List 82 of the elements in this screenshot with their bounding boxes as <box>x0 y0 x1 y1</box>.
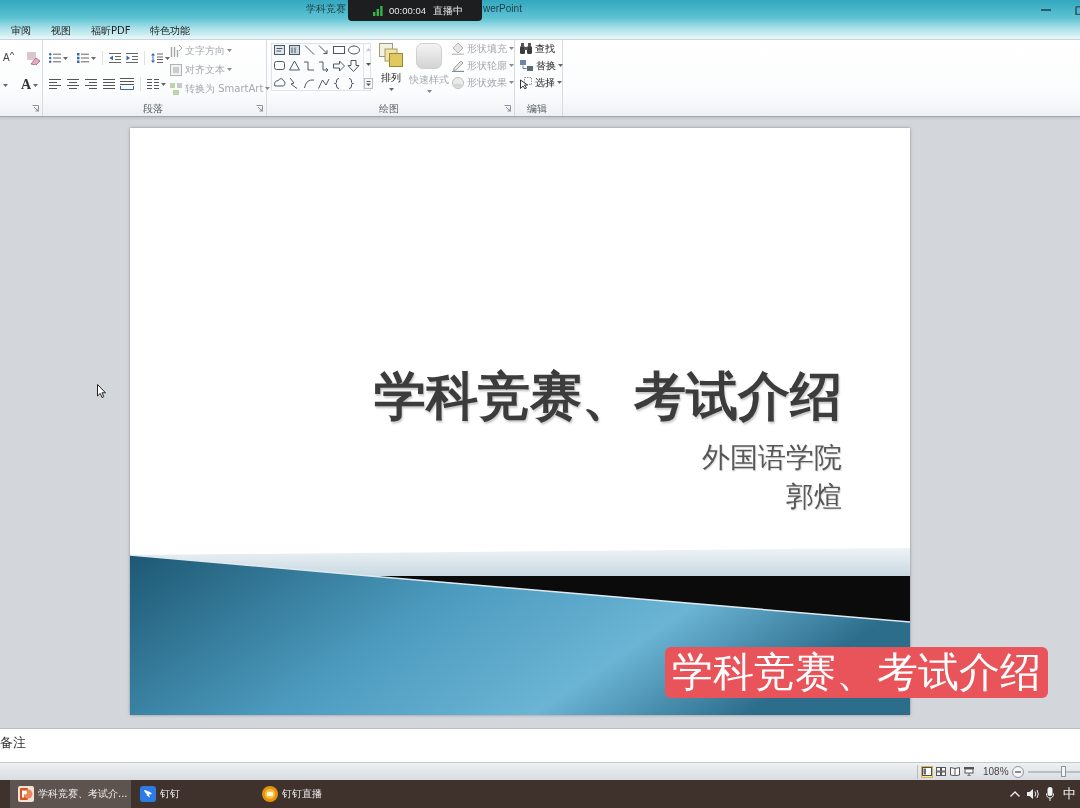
select-pointer-icon <box>520 76 532 89</box>
slideshow-button[interactable] <box>963 765 975 778</box>
signal-bars-icon <box>373 5 383 16</box>
dialog-launcher-icon[interactable] <box>32 105 39 112</box>
slide-sorter-button[interactable] <box>935 765 947 778</box>
align-right-icon[interactable] <box>85 79 97 89</box>
zoom-out-icon[interactable] <box>1012 765 1024 778</box>
grow-font-button[interactable]: A <box>3 52 14 64</box>
caret-up-icon <box>9 52 14 55</box>
speaker-icon[interactable] <box>1027 789 1039 799</box>
caret-icon <box>33 83 39 87</box>
more-shapes-icon[interactable] <box>364 78 373 89</box>
arrange-button[interactable]: 排列 <box>377 40 405 101</box>
columns-icon[interactable] <box>147 79 159 89</box>
group-label: 段落 <box>143 102 163 115</box>
caret-icon[interactable] <box>161 82 166 86</box>
normal-view-button[interactable] <box>921 765 933 778</box>
window-title: 学科竞赛 <box>306 2 346 16</box>
distributed-icon[interactable] <box>120 78 134 90</box>
ribbon-tab[interactable]: 特色功能 <box>140 20 201 39</box>
caret-icon[interactable] <box>3 83 8 87</box>
microphone-icon[interactable] <box>1046 787 1054 801</box>
taskbar-button[interactable]: 学科竞赛、考试介... <box>10 780 131 808</box>
clear-formatting-icon[interactable] <box>26 51 40 65</box>
slide-subtitle: 外国语学院 <box>701 440 842 476</box>
dialog-launcher-icon[interactable] <box>504 105 511 112</box>
chevron-up-icon[interactable] <box>1010 791 1020 797</box>
replace-button[interactable]: 替换 <box>520 57 562 74</box>
font-color-button[interactable]: A <box>21 77 39 93</box>
align-left-icon[interactable] <box>49 79 61 89</box>
live-stream-app-icon <box>262 786 278 802</box>
replace-icon <box>520 60 533 71</box>
live-status-text: 直播中 <box>433 3 463 18</box>
quick-styles-icon <box>416 43 442 69</box>
input-method-indicator[interactable]: 中 <box>1063 785 1076 803</box>
increase-indent-icon[interactable] <box>126 53 138 63</box>
caret-icon[interactable] <box>165 56 170 60</box>
window-title: werPoint <box>483 2 522 16</box>
pencil-icon <box>452 59 464 72</box>
video-caption: 学科竞赛、考试介绍 <box>665 647 1048 698</box>
slide-title: 学科竞赛、考试介绍 <box>373 368 842 425</box>
taskbar-button[interactable]: 钉钉 <box>132 780 253 808</box>
zoom-slider-thumb[interactable] <box>1061 765 1067 777</box>
shapes-icon[interactable] <box>274 45 360 89</box>
align-center-icon[interactable] <box>67 79 79 89</box>
presentation-app-icon <box>18 786 34 802</box>
slide-sorter-icon <box>936 767 946 776</box>
live-timer: 00:00:04 <box>389 5 426 16</box>
maximize-icon[interactable] <box>1075 5 1080 15</box>
align-text-icon <box>170 63 182 76</box>
normal-view-icon <box>922 767 932 776</box>
find-button[interactable]: 查找 <box>520 40 562 57</box>
slideshow-icon <box>964 767 974 776</box>
arrange-icon <box>379 43 403 67</box>
paint-bucket-icon <box>452 42 464 55</box>
shape-effects-icon <box>452 76 464 89</box>
reading-view-button[interactable] <box>949 765 961 778</box>
group-label: 绘图 <box>379 102 399 115</box>
binoculars-icon <box>520 43 532 54</box>
scroll-down-icon[interactable] <box>366 63 371 66</box>
caret-icon[interactable] <box>63 56 68 60</box>
select-button[interactable]: 选择 <box>520 74 562 91</box>
group-label: 编辑 <box>527 102 547 115</box>
mouse-pointer-icon <box>97 384 106 398</box>
shape-gallery[interactable] <box>271 43 371 91</box>
ribbon-tab[interactable]: 福昕PDF <box>81 20 141 39</box>
bullet-list-icon[interactable] <box>49 53 61 63</box>
dialog-launcher-icon[interactable] <box>256 105 263 112</box>
decrease-indent-icon[interactable] <box>109 53 121 63</box>
smartart-icon <box>170 82 182 95</box>
numbered-list-icon[interactable] <box>77 53 89 63</box>
caret-icon[interactable] <box>91 56 96 60</box>
ribbon-tab[interactable]: 审阅 <box>1 20 41 39</box>
wing-logo-icon <box>140 786 156 802</box>
text-direction-icon <box>170 44 182 57</box>
reading-view-icon <box>950 767 960 776</box>
ribbon-tab[interactable]: 视图 <box>41 20 81 39</box>
zoom-percentage[interactable]: 108% <box>983 766 1008 777</box>
slide-subtitle: 郭煊 <box>785 479 842 515</box>
line-spacing-icon[interactable] <box>151 53 163 63</box>
taskbar-button[interactable]: 钉钉直播 <box>254 780 375 808</box>
justify-icon[interactable] <box>103 79 115 89</box>
